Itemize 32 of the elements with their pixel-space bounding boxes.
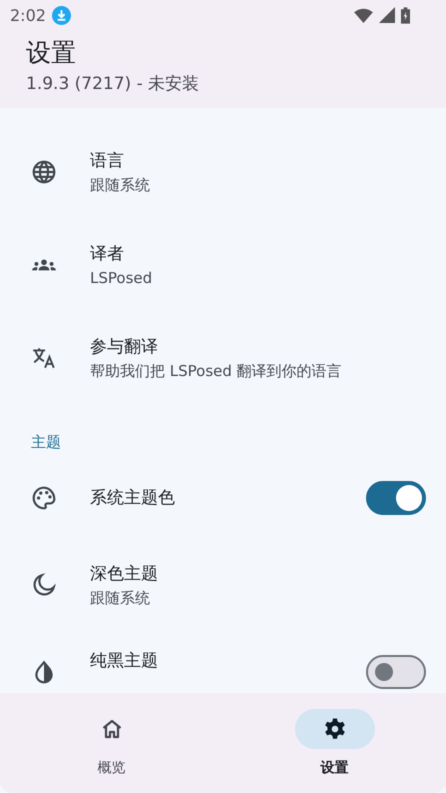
section-header: 主题 [30, 432, 62, 453]
settings-item[interactable]: 参与翻译 帮助我们把 LSPosed 翻译到你的语言 [0, 311, 446, 404]
battery-icon [401, 6, 410, 24]
palette-icon [31, 485, 57, 511]
item-title: 纯黑主题 [90, 650, 159, 673]
moon-icon [31, 572, 57, 598]
item-summary: 帮助我们把 LSPosed 翻译到你的语言 [90, 360, 343, 382]
settings-item[interactable]: 语言 跟随系统 [0, 125, 446, 218]
item-title: 译者 [90, 242, 125, 266]
toggle-switch[interactable] [366, 655, 426, 689]
nav-tab[interactable]: 设置 [223, 693, 446, 793]
item-title: 系统主题色 [90, 487, 176, 510]
toggle-switch[interactable] [366, 481, 426, 515]
nav-tab[interactable]: 概览 [0, 693, 223, 793]
page-title: 设置 [26, 37, 77, 69]
settings-item[interactable]: 深色主题 跟随系统 [0, 538, 446, 631]
item-title: 深色主题 [90, 562, 159, 586]
download-icon [52, 6, 71, 24]
settings-item[interactable]: 纯黑主题 [0, 631, 446, 693]
signal-icon [379, 7, 395, 23]
item-title: 语言 [90, 150, 125, 172]
settings-icon [322, 717, 346, 741]
settings-item[interactable]: 系统主题色 [0, 458, 446, 538]
item-title: 参与翻译 [90, 336, 159, 358]
item-summary: 跟随系统 [90, 588, 151, 608]
item-summary: LSPosed [90, 268, 154, 288]
status-time: 2:02 [10, 6, 46, 24]
item-summary: 跟随系统 [90, 174, 151, 196]
wifi-icon [354, 8, 373, 22]
globe-icon [31, 158, 57, 184]
settings-item[interactable]: 译者 LSPosed [0, 218, 446, 311]
version-text: 1.9.3 (7217) - 未安装 [26, 73, 200, 96]
